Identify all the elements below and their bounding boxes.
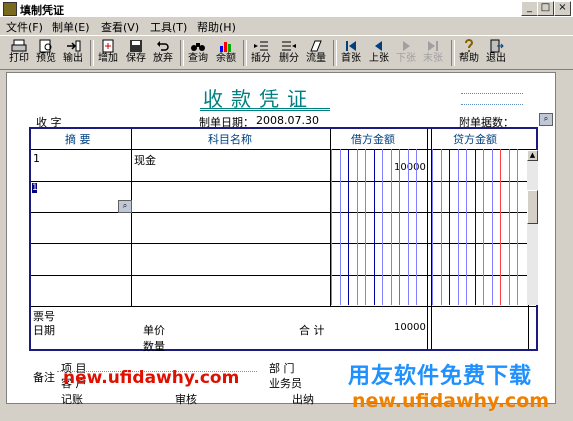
menu-voucher[interactable]: 制单(E) (52, 19, 90, 35)
bar-chart-icon (220, 42, 231, 52)
amount-digit-line (466, 149, 467, 305)
menu-bar: 文件(F) 制单(E) 查看(V) 工具(T) 帮助(H) (0, 17, 573, 34)
scroll-up-icon[interactable]: ▲ (527, 150, 538, 161)
summary-header: 摘 要 (65, 133, 91, 146)
last-button[interactable]: 末张 (421, 38, 445, 68)
watermark-url-orange: new.ufidawhy.com (352, 390, 550, 412)
undo-icon (157, 41, 169, 51)
magnifier-icon[interactable]: ⌕ (539, 113, 553, 126)
remark-label: 备注 (33, 371, 55, 384)
print-button[interactable]: 打印 (7, 38, 31, 68)
amount-digit-line (508, 149, 510, 305)
exit-door-icon (490, 39, 504, 53)
amount-digit-line (440, 149, 442, 305)
table-scrollbar[interactable]: ▲ (527, 150, 538, 305)
scroll-thumb[interactable] (527, 190, 538, 224)
amount-digit-line (356, 149, 358, 305)
exit-button[interactable]: 退出 (484, 38, 508, 68)
amount-digit-line (457, 149, 459, 305)
row2-summary-cursor[interactable]: 1 (32, 183, 38, 193)
amount-digit-line (365, 149, 366, 305)
amount-digit-line (474, 149, 476, 305)
debit-amount-columns (331, 149, 426, 305)
window-title: 填制凭证 (20, 4, 64, 17)
amount-digit-line (331, 149, 332, 305)
quantity-label: 数量 (143, 340, 165, 353)
watermark-url-red: new.ufidawhy.com (63, 368, 240, 388)
delete-line-button[interactable]: 删分 (277, 38, 301, 68)
amount-digit-line (382, 149, 383, 305)
previous-button[interactable]: 上张 (367, 38, 391, 68)
department-label: 部 门 (269, 362, 295, 375)
query-button[interactable]: 查询 (186, 38, 210, 68)
first-record-icon (346, 41, 356, 51)
total-label: 合 计 (299, 324, 325, 337)
binoculars-icon (191, 43, 205, 51)
export-icon (67, 40, 81, 52)
toolbar: 打印 预览 输出 增加 保存 放弃 查询 余额 插分 删分 流量 首张 上张 下… (0, 35, 573, 70)
close-button[interactable]: × (554, 1, 571, 16)
amount-digit-line (399, 149, 400, 305)
insert-row-icon (254, 41, 268, 51)
help-button[interactable]: 帮助 (457, 38, 481, 68)
menu-tools[interactable]: 工具(T) (150, 19, 187, 35)
maximize-button[interactable]: □ (537, 1, 554, 16)
watermark-text: 用友软件免费下载 (348, 364, 533, 389)
account-header: 科目名称 (208, 133, 252, 146)
floppy-icon (130, 40, 142, 52)
total-debit: 10000 (394, 322, 426, 333)
export-button[interactable]: 输出 (61, 38, 85, 68)
discard-button[interactable]: 放弃 (151, 38, 175, 68)
cashier-label: 出纳 (292, 393, 314, 406)
amount-digit-line (348, 149, 349, 305)
last-record-icon (428, 41, 438, 51)
question-icon (465, 39, 474, 52)
title-bar: 填制凭证 _ □ × (0, 0, 573, 18)
first-button[interactable]: 首张 (339, 38, 363, 68)
save-button[interactable]: 保存 (124, 38, 148, 68)
amount-digit-line (449, 149, 450, 305)
next-icon (403, 41, 410, 51)
flow-icon (310, 40, 322, 52)
amount-digit-line (432, 149, 433, 305)
printer-icon (11, 39, 27, 52)
footer-date-label: 日期 (33, 324, 55, 337)
preview-icon (39, 39, 52, 53)
previous-icon (375, 41, 382, 51)
new-page-icon (102, 39, 114, 53)
menu-help[interactable]: 帮助(H) (197, 19, 236, 35)
delete-row-icon (282, 41, 296, 51)
row1-summary[interactable]: 1 (33, 152, 40, 165)
balance-button[interactable]: 余额 (214, 38, 238, 68)
flow-button[interactable]: 流量 (304, 38, 328, 68)
auditor-label: 审核 (175, 393, 197, 406)
bookkeeper-label: 记账 (61, 393, 83, 406)
amount-digit-line (416, 149, 417, 305)
reference-icon[interactable]: ⌕ (118, 200, 132, 213)
credit-amount-columns (432, 149, 527, 305)
app-icon (3, 2, 17, 16)
credit-header: 贷方金额 (453, 133, 497, 146)
menu-view[interactable]: 查看(V) (101, 19, 139, 35)
amount-digit-line (390, 149, 392, 305)
insert-line-button[interactable]: 插分 (249, 38, 273, 68)
debit-header: 借方金额 (351, 133, 395, 146)
add-button[interactable]: 增加 (96, 38, 120, 68)
amount-digit-line (491, 149, 493, 305)
salesman-label: 业务员 (269, 377, 302, 390)
amount-digit-line (483, 149, 484, 305)
amount-digit-line (339, 149, 341, 305)
menu-file[interactable]: 文件(F) (6, 19, 43, 35)
preview-button[interactable]: 预览 (34, 38, 58, 68)
amount-digit-line (407, 149, 409, 305)
next-button[interactable]: 下张 (394, 38, 418, 68)
date-value[interactable]: 2008.07.30 (256, 114, 319, 127)
unit-price-label: 单价 (143, 324, 165, 337)
amount-digit-line (517, 149, 518, 305)
minimize-button[interactable]: _ (521, 1, 538, 16)
row1-account[interactable]: 现金 (134, 152, 156, 168)
amount-digit-line (500, 149, 501, 305)
amount-digit-line (373, 149, 375, 305)
